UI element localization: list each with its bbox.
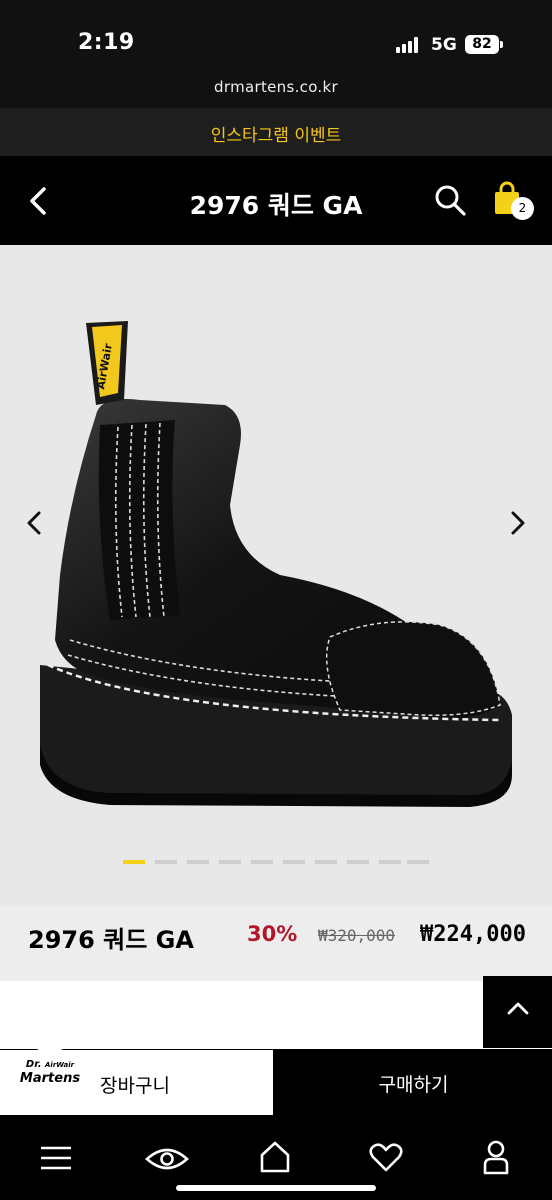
- pagination-dot[interactable]: [219, 860, 241, 864]
- signal-icon: [396, 37, 418, 53]
- pagination-dot[interactable]: [187, 860, 209, 864]
- original-price: ₩320,000: [318, 926, 396, 945]
- product-name: 2976 쿼드 GA: [28, 926, 194, 954]
- buy-now-label[interactable]: 구매하기: [275, 1070, 552, 1097]
- battery-icon: 82: [465, 35, 499, 54]
- battery-tip: [500, 41, 503, 48]
- sale-price: ₩224,000: [420, 922, 526, 947]
- gallery-prev-icon[interactable]: [24, 510, 44, 536]
- brand-logo-text: Dr. AirWair Martens: [19, 1059, 81, 1086]
- pagination-dot[interactable]: [347, 860, 369, 864]
- eye-icon[interactable]: [145, 1144, 189, 1174]
- pagination-dot[interactable]: [407, 860, 429, 864]
- gallery-pagination: [0, 860, 552, 866]
- url-bar[interactable]: drmartens.co.kr: [0, 78, 552, 96]
- pagination-dot[interactable]: [315, 860, 337, 864]
- user-icon[interactable]: [482, 1140, 510, 1176]
- menu-icon[interactable]: [40, 1145, 72, 1171]
- pagination-dot[interactable]: [155, 860, 177, 864]
- promo-text[interactable]: 인스타그램 이벤트: [0, 121, 552, 146]
- gallery-next-icon[interactable]: [508, 510, 528, 536]
- discount-rate: 30%: [247, 922, 298, 946]
- page-title: 2976 쿼드 GA: [189, 191, 363, 220]
- product-image: AirWair: [40, 321, 512, 807]
- content-area: [0, 981, 552, 1049]
- network-type: 5G: [431, 35, 457, 55]
- cart-count-badge: 2: [511, 197, 534, 220]
- heart-icon[interactable]: [369, 1143, 403, 1173]
- home-icon[interactable]: [259, 1140, 291, 1174]
- home-indicator: [176, 1185, 376, 1191]
- pagination-dot[interactable]: [251, 860, 273, 864]
- pagination-dot-active[interactable]: [123, 860, 145, 864]
- pagination-dot[interactable]: [379, 860, 401, 864]
- search-icon[interactable]: [433, 183, 467, 217]
- pagination-dot[interactable]: [283, 860, 305, 864]
- add-to-cart-label[interactable]: 장바구니: [100, 1071, 170, 1098]
- status-time: 2:19: [78, 30, 135, 55]
- chevron-up-icon[interactable]: [506, 1000, 530, 1016]
